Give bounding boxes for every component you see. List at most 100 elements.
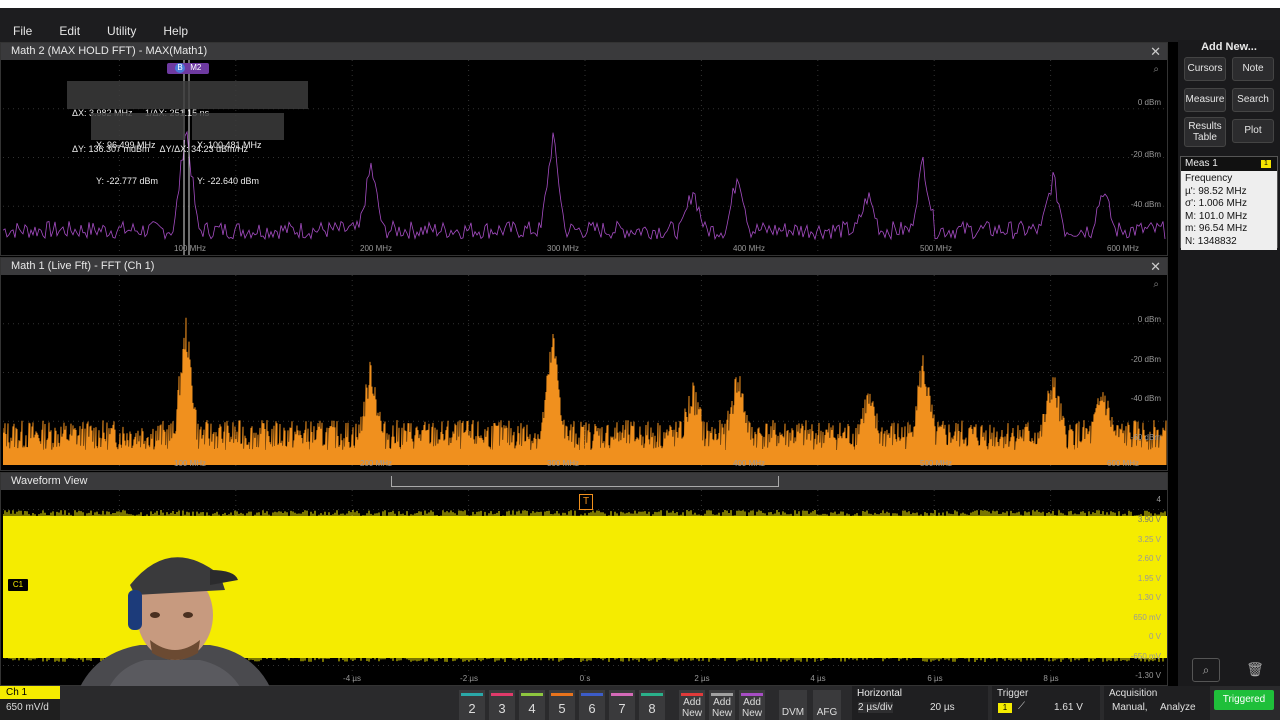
channel-7-button[interactable]: 7	[609, 690, 635, 720]
y-tick-label: -20 dBm	[1130, 355, 1161, 364]
math1-panel: Math 1 (Live Fft) - FFT (Ch 1) ✕ 0 dBm -…	[0, 257, 1168, 471]
channel-color-band	[581, 693, 603, 696]
acquisition-analyze: Analyze	[1160, 702, 1196, 713]
acquisition-badge[interactable]: Acquisition Manual, Analyze	[1104, 686, 1210, 720]
trigger-source: 1	[998, 703, 1012, 713]
meas-source-badge: 1	[1261, 160, 1271, 168]
add-new-math-button[interactable]: Add New	[679, 690, 705, 720]
channel-8-button[interactable]: 8	[639, 690, 665, 720]
add-new-label: Add New	[711, 697, 732, 719]
x-tick-label: 0 s	[579, 674, 591, 683]
note-button[interactable]: Note	[1232, 57, 1274, 81]
horizontal-scale: 2 µs/div	[858, 702, 893, 713]
measurement-badge[interactable]: Meas 1 1 Frequency µ': 98.52 MHz σ': 1.0…	[1180, 156, 1278, 250]
dvm-button[interactable]: DVM	[779, 690, 807, 720]
x-tick-label: -4 µs	[343, 674, 361, 683]
channel-4-button[interactable]: 4	[519, 690, 545, 720]
menu-edit[interactable]: Edit	[59, 24, 80, 38]
channel-color-band	[551, 693, 573, 696]
channel-number: 5	[558, 701, 566, 716]
horizontal-title: Horizontal	[857, 688, 903, 699]
y-tick-label: 650 mV	[1133, 613, 1161, 622]
horizontal-badge[interactable]: Horizontal 2 µs/div 20 µs	[852, 686, 988, 720]
channel-3-button[interactable]: 3	[489, 690, 515, 720]
channel-5-button[interactable]: 5	[549, 690, 575, 720]
channel-number: 6	[588, 701, 596, 716]
zoom-icon[interactable]: ⌕	[1153, 279, 1159, 290]
meas-line: m: 96.54 MHz	[1185, 223, 1248, 234]
x-tick-label: 300 MHz	[546, 244, 580, 253]
x-tick-label: 6 µs	[927, 674, 943, 683]
menu-strip	[0, 8, 1280, 20]
color-band	[681, 693, 703, 696]
y-tick-label: 4	[1156, 495, 1161, 504]
trigger-level: 1.61 V	[1054, 702, 1083, 713]
cursor-b-y: Y: -22.640 dBm	[197, 176, 260, 186]
trigger-position-marker[interactable]: T	[579, 494, 593, 510]
channel-2-button[interactable]: 2	[459, 690, 485, 720]
menu-utility[interactable]: Utility	[107, 24, 136, 38]
x-tick-label: 100 MHz	[173, 459, 207, 468]
y-tick-label: 1.30 V	[1137, 593, 1161, 602]
meas-title: Meas 1 1	[1181, 157, 1277, 171]
acquisition-mode: Manual,	[1112, 702, 1148, 713]
y-tick-label: 2.60 V	[1137, 554, 1161, 563]
math2-panel: Math 2 (MAX HOLD FFT) - MAX(Math1) ✕ 0 d…	[0, 42, 1168, 256]
math1-plot[interactable]: 0 dBm -20 dBm -40 dBm -60 dBm 100 MHz 20…	[3, 275, 1167, 470]
channel-number: 3	[498, 701, 506, 716]
menu-bar: File Edit Utility Help	[0, 20, 1280, 42]
cursor-a-readout: X: 96.499 MHz Y: -22.777 dBm	[91, 113, 185, 186]
close-icon[interactable]: ✕	[1150, 258, 1161, 275]
trash-icon[interactable]: 🗑	[1242, 658, 1268, 682]
search-button[interactable]: Search	[1232, 88, 1274, 112]
cursor-b-badge: B	[175, 63, 185, 73]
plot-button[interactable]: Plot	[1232, 119, 1274, 143]
y-tick-label: 0 dBm	[1137, 315, 1161, 324]
trigger-status-indicator[interactable]: Triggered	[1214, 690, 1274, 710]
ch1-scale: 650 mV/d	[6, 702, 49, 713]
meas-line: M: 101.0 MHz	[1185, 210, 1248, 222]
y-tick-label: 3.90 V	[1137, 515, 1161, 524]
trigger-badge[interactable]: Trigger 1 ⟋ 1.61 V	[992, 686, 1100, 720]
add-new-ref-button[interactable]: Add New	[709, 690, 735, 720]
channel-1-badge[interactable]: Ch 1 650 mV/d	[0, 686, 60, 720]
rising-edge-icon: ⟋	[1018, 701, 1025, 712]
menu-file[interactable]: File	[13, 24, 32, 38]
results-table-button[interactable]: Results Table	[1184, 117, 1226, 147]
x-tick-label: 400 MHz	[732, 244, 766, 253]
add-new-bus-button[interactable]: Add New	[739, 690, 765, 720]
y-tick-label: 0 dBm	[1137, 98, 1161, 107]
cursor-a-x: X: 96.499 MHz	[96, 140, 156, 150]
record-overview-bar[interactable]	[391, 476, 779, 487]
cursor-b-readout: X: 100.481 MHz Y: -22.640 dBm	[192, 113, 284, 186]
math1-panel-title: Math 1 (Live Fft) - FFT (Ch 1)	[1, 258, 1167, 275]
x-tick-label: 4 µs	[810, 674, 826, 683]
zoom-icon[interactable]: ⌕	[1153, 64, 1159, 75]
x-tick-label: 200 MHz	[359, 459, 393, 468]
y-tick-label: 1.95 V	[1137, 574, 1161, 583]
cursors-button[interactable]: Cursors	[1184, 57, 1226, 81]
afg-label: AFG	[816, 707, 838, 718]
math2-plot[interactable]: 0 dBm -20 dBm -40 dBm 100 MHz 200 MHz 30…	[3, 60, 1167, 255]
measure-button[interactable]: Measure	[1184, 88, 1226, 112]
x-tick-label: 500 MHz	[919, 459, 953, 468]
math1-spectrum	[3, 275, 1167, 470]
x-tick-label: 200 MHz	[359, 244, 393, 253]
channel-6-button[interactable]: 6	[579, 690, 605, 720]
ch1-label: Ch 1	[0, 686, 60, 699]
channel-number: 4	[528, 701, 536, 716]
x-tick-label: 8 µs	[1043, 674, 1059, 683]
afg-button[interactable]: AFG	[813, 690, 841, 720]
cursor-badges[interactable]: B M2	[167, 63, 209, 74]
menu-help[interactable]: Help	[163, 24, 188, 38]
add-new-label: Add New	[681, 697, 702, 719]
x-tick-label: 300 MHz	[546, 459, 580, 468]
y-tick-label: -1.30 V	[1135, 671, 1161, 680]
close-icon[interactable]: ✕	[1150, 43, 1161, 60]
x-tick-label: -2 µs	[460, 674, 478, 683]
channel-1-marker[interactable]: C1	[7, 578, 29, 592]
zoom-icon[interactable]: ⌕	[1192, 658, 1220, 682]
x-tick-label: 600 MHz	[1106, 459, 1140, 468]
channel-number: 2	[468, 701, 476, 716]
channel-number: 8	[648, 701, 656, 716]
